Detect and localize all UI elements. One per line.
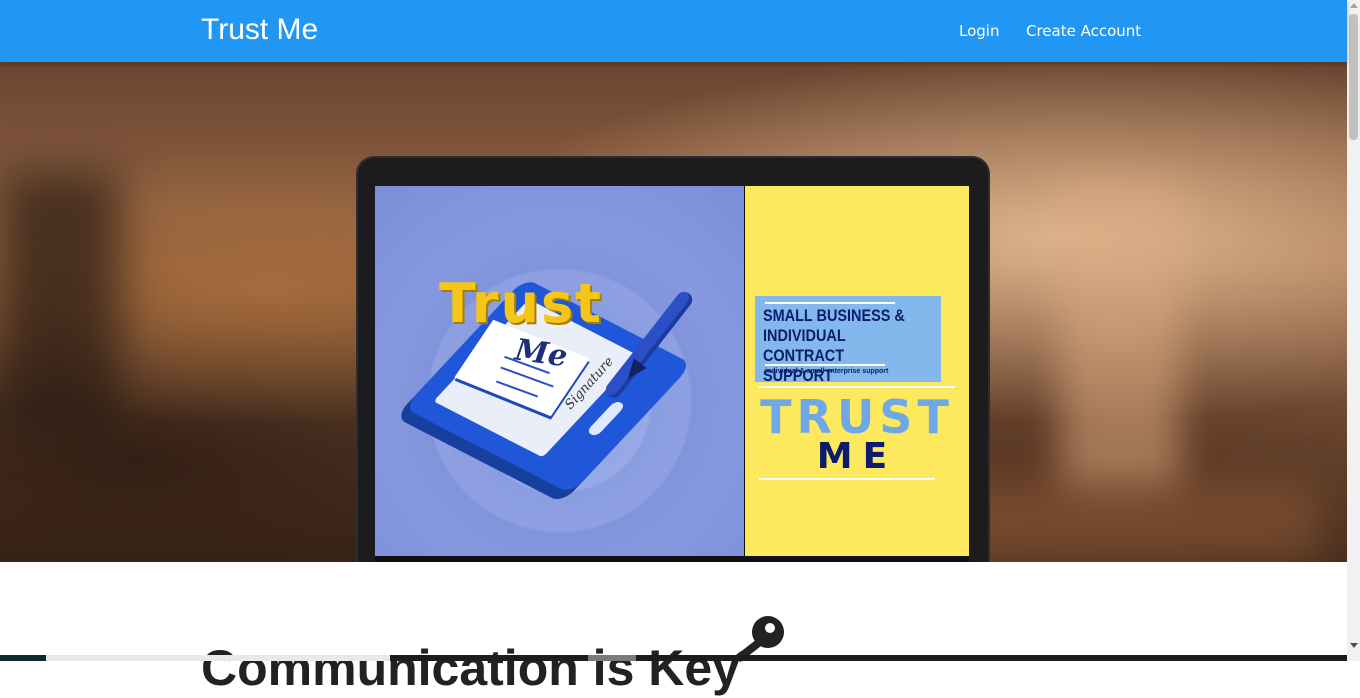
background-blur [0,172,120,432]
background-blur [1060,182,1180,492]
laptop-screen: Me Signature Trust SMALL BUSINESS & INDI… [375,186,969,562]
login-link[interactable]: Login [959,21,999,41]
section-heading: Communication is Key [201,639,740,696]
poster-text-panel: SMALL BUSINESS & INDIVIDUAL CONTRACT SUP… [745,186,969,556]
brand-link[interactable]: Trust Me [201,12,318,48]
poster-brand-me: ME [816,436,898,477]
poster-illustration: Me Signature Trust [375,186,744,556]
create-account-link[interactable]: Create Account [1026,21,1141,41]
poster-trust-text: Trust [439,272,603,335]
bottom-strip [0,655,1347,661]
scroll-down-arrow-icon[interactable] [1350,643,1358,648]
poster-brand-trust: TRUST [760,390,954,444]
navbar: Trust Me Login Create Account [0,0,1347,62]
hero-banner: Me Signature Trust SMALL BUSINESS & INDI… [0,62,1347,562]
scrollbar-thumb[interactable] [1349,14,1358,140]
poster-me-text: Me [512,332,570,375]
laptop-image: Me Signature Trust SMALL BUSINESS & INDI… [358,158,988,562]
poster-info-subtitle: individual & small enterprise support [765,368,889,375]
scroll-up-arrow-icon[interactable] [1350,3,1358,8]
vertical-scrollbar[interactable] [1347,0,1360,661]
